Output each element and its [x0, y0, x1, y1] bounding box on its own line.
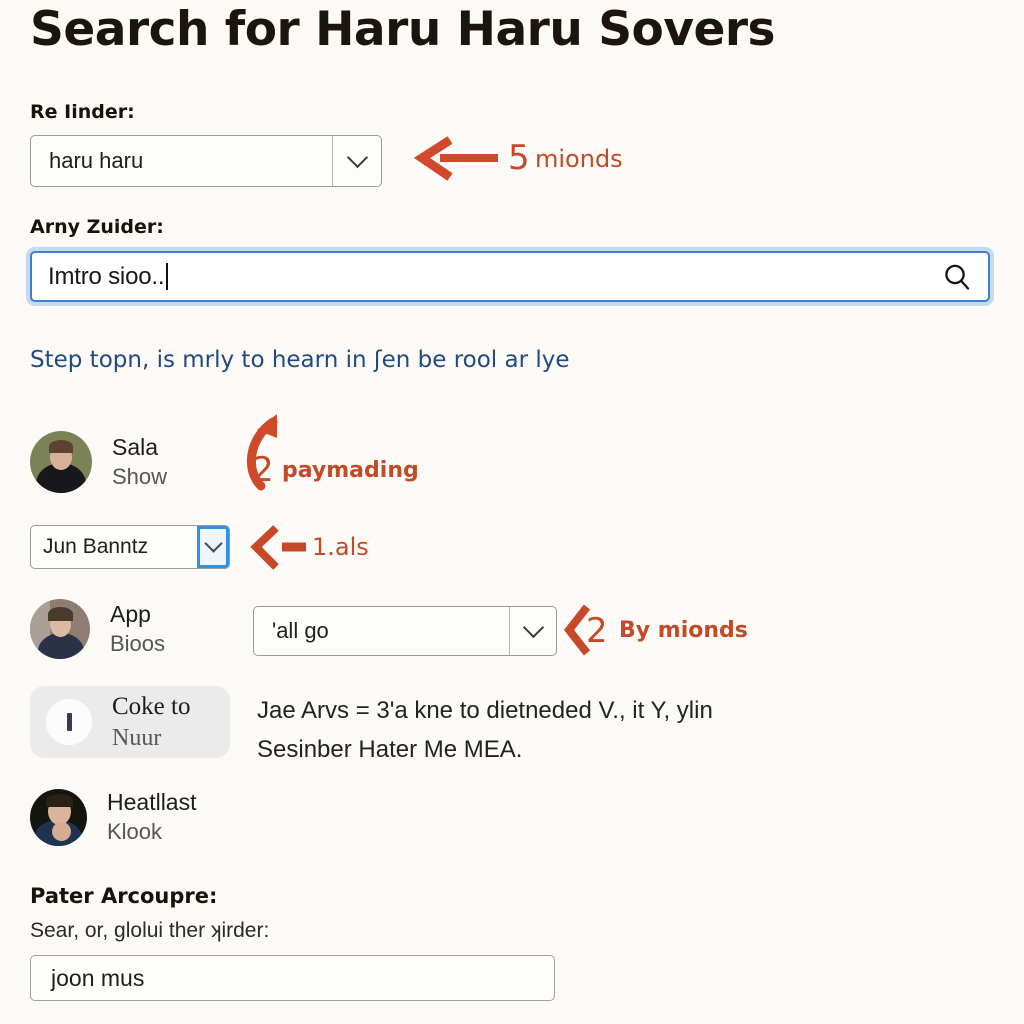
annotation-4-number: 2 — [586, 611, 608, 651]
page-title: Search for Haru Haru Sovers — [30, 2, 776, 57]
avatar — [30, 788, 87, 846]
annotation-1-number: 5 — [508, 138, 530, 178]
list-item-sub: Show — [112, 463, 168, 489]
finder-select-value: haru haru — [49, 148, 144, 173]
chevron-down-icon[interactable] — [197, 526, 229, 568]
footer-input[interactable]: joon mus — [30, 955, 555, 1001]
finder-select[interactable]: haru haru — [30, 135, 382, 187]
list-item[interactable]: App Bioos — [30, 594, 230, 664]
search-input-value: Imtro sioo.. — [32, 262, 926, 291]
list-item[interactable]: Heatllast Klook — [30, 785, 250, 849]
list-item-name: Coke to — [112, 692, 191, 720]
list-item-name: App — [110, 601, 151, 628]
annotation-2-label: paymading — [282, 458, 419, 483]
arrow-left-chevron-icon — [250, 525, 306, 570]
sorter-select[interactable]: Jun Banntz — [30, 525, 230, 569]
list-item[interactable]: Coke to Nuur — [30, 686, 230, 758]
footer-sub-label: Sear, or, glolui ther ʞirder: — [30, 919, 270, 942]
list-item-sub: Nuur — [112, 724, 162, 751]
body-paragraph: Jae Arvs = 3'a kne to dietneded V., it Y… — [257, 697, 713, 763]
page-root: Search for Haru Haru Sovers Re Iinder: h… — [0, 0, 1024, 1024]
search-icon[interactable] — [926, 262, 988, 292]
list-item-name: Sala — [112, 434, 159, 461]
list-item-name: Heatllast — [107, 789, 197, 816]
text-cursor — [166, 262, 169, 290]
chevron-down-icon[interactable] — [509, 607, 556, 655]
list-item-sub: Klook — [107, 818, 163, 844]
search-input-text: Imtro sioo.. — [48, 262, 165, 290]
footer-input-value: joon mus — [51, 964, 145, 991]
arrow-left-icon — [413, 136, 498, 181]
annotation-1-label: mionds — [535, 145, 623, 173]
scope-select[interactable]: 'all go — [253, 606, 557, 656]
annotation-2-number: 2 — [252, 450, 274, 490]
annotation-4-label: By mionds — [619, 618, 748, 643]
chevron-down-icon[interactable] — [332, 136, 381, 186]
list-item[interactable]: Sala Show — [30, 426, 240, 498]
list-item-sub: Bioos — [110, 630, 166, 656]
finder-field-label: Re Iinder: — [30, 101, 135, 123]
hint-text: Step topn, is mrly to hearn in ʃen be ro… — [30, 347, 570, 373]
sorter-select-value: Jun Banntz — [43, 535, 149, 558]
search-input[interactable]: Imtro sioo.. — [30, 251, 990, 302]
scope-select-value: 'all go — [272, 618, 329, 643]
avatar — [30, 431, 92, 493]
user-avatar-placeholder — [46, 699, 92, 745]
avatar — [30, 599, 90, 659]
search-field-label: Arny Zuider: — [30, 216, 164, 238]
annotation-3-label: 1.als — [312, 533, 369, 561]
footer-label: Pater Arcoupre: — [30, 884, 218, 908]
